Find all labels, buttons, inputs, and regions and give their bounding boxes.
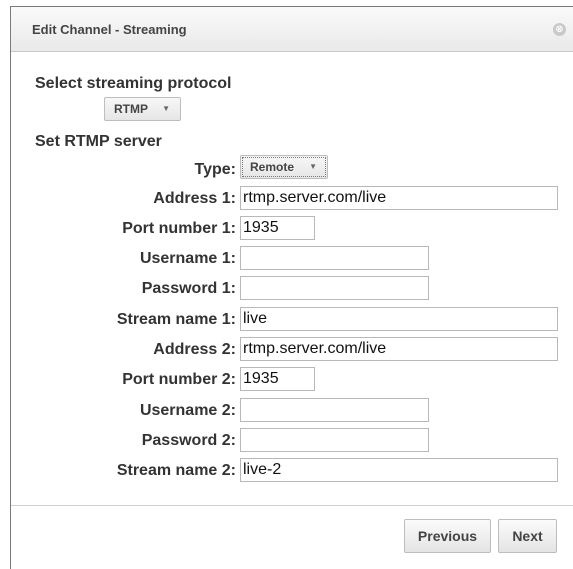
port2-field[interactable] xyxy=(240,367,315,391)
stream1-field[interactable] xyxy=(240,307,558,331)
next-button[interactable]: Next xyxy=(498,519,557,553)
type-label: Type: xyxy=(194,161,236,178)
edit-channel-dialog: Edit Channel - Streaming ⊗ Select stream… xyxy=(10,6,573,569)
port2-label: Port number 2: xyxy=(122,371,236,388)
chevron-down-icon: ▼ xyxy=(162,104,170,113)
password1-label: Password 1: xyxy=(141,280,236,297)
server-heading: Set RTMP server xyxy=(35,133,162,150)
username2-label: Username 2: xyxy=(139,402,236,419)
protocol-select-value: RTMP xyxy=(114,102,148,116)
dialog-titlebar: Edit Channel - Streaming ⊗ xyxy=(11,7,573,52)
username1-label: Username 1: xyxy=(139,250,236,267)
username2-field[interactable] xyxy=(240,398,429,422)
previous-button[interactable]: Previous xyxy=(404,519,491,553)
type-select[interactable]: Remote ▼ xyxy=(240,155,328,179)
type-select-value: Remote xyxy=(250,160,295,174)
address2-field[interactable] xyxy=(240,337,558,361)
protocol-heading: Select streaming protocol xyxy=(35,75,232,92)
port1-label: Port number 1: xyxy=(122,220,236,237)
protocol-select[interactable]: RTMP ▼ xyxy=(104,97,181,121)
password2-field[interactable] xyxy=(240,428,429,452)
port1-field[interactable] xyxy=(240,216,315,240)
username1-field[interactable] xyxy=(240,246,429,270)
footer-divider xyxy=(11,505,573,506)
stream1-label: Stream name 1: xyxy=(116,311,236,328)
chevron-down-icon: ▼ xyxy=(309,162,317,171)
close-icon[interactable]: ⊗ xyxy=(553,23,566,36)
address2-label: Address 2: xyxy=(153,341,236,358)
stream2-field[interactable] xyxy=(240,458,558,482)
stream2-label: Stream name 2: xyxy=(116,462,236,479)
address1-label: Address 1: xyxy=(153,190,236,207)
password1-field[interactable] xyxy=(240,276,429,300)
address1-field[interactable] xyxy=(240,186,558,210)
dialog-title: Edit Channel - Streaming xyxy=(32,22,187,37)
password2-label: Password 2: xyxy=(141,432,236,449)
